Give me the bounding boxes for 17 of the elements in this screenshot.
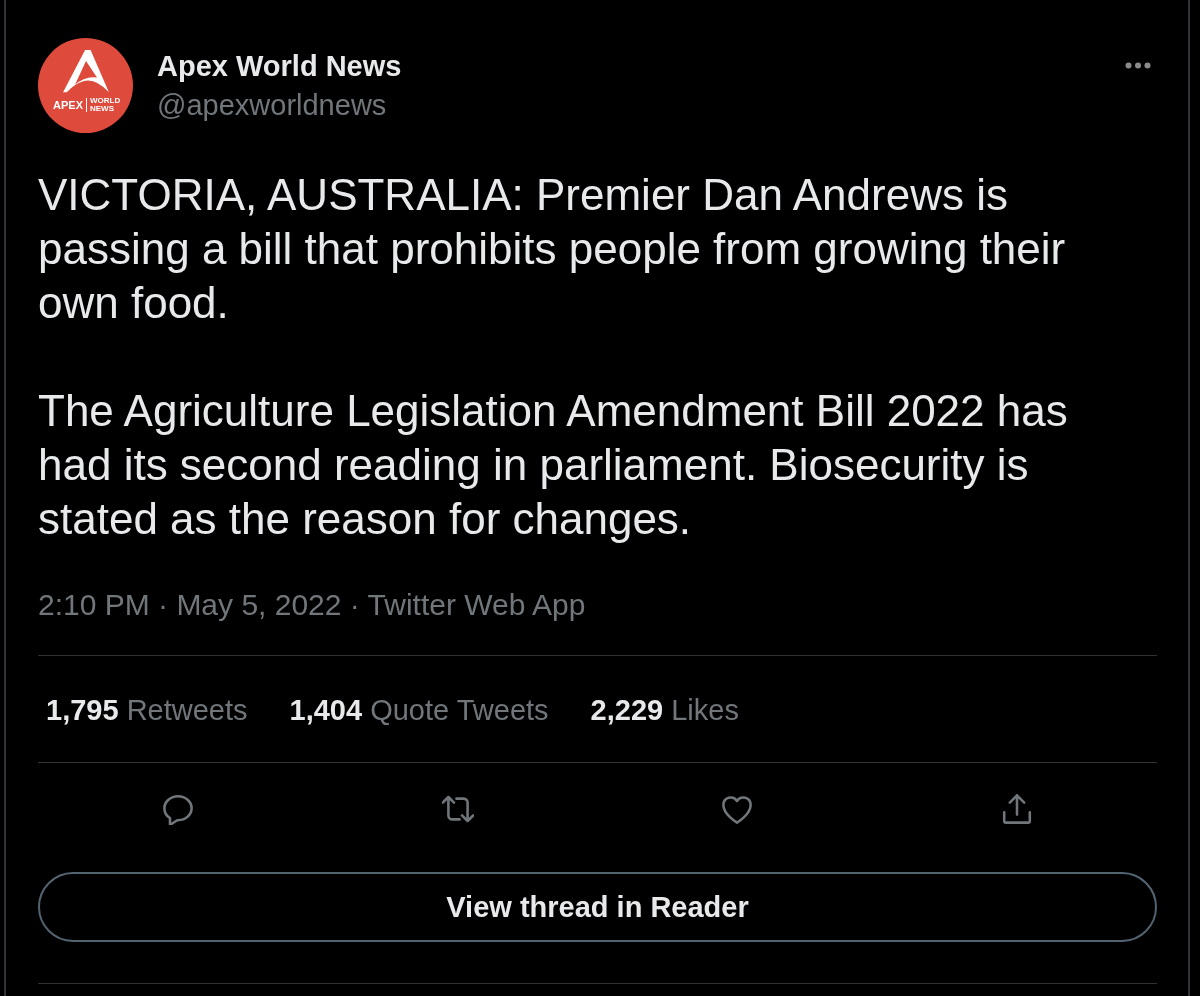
more-options-icon[interactable] bbox=[1125, 62, 1151, 69]
logo-wordmark: APEX bbox=[53, 99, 83, 111]
stat-link[interactable]: 2,229 Likes bbox=[590, 692, 739, 728]
logo-icon bbox=[62, 50, 109, 94]
speech-bubble-icon[interactable] bbox=[161, 793, 194, 825]
account-name[interactable]: Apex World News bbox=[157, 47, 402, 86]
tweet-text: VICTORIA, AUSTRALIA: Premier Dan Andrews is passing a bill that prohibits people from growing their own food. bbox=[38, 169, 1067, 329]
stat-link[interactable]: 1,404 Quote Tweets bbox=[289, 692, 549, 728]
logo-tagline: WORLD NEWS bbox=[90, 97, 118, 113]
heart-icon[interactable] bbox=[721, 793, 754, 825]
share-icon[interactable] bbox=[1001, 793, 1034, 825]
tweet-text: The Agriculture Legislation Amendment Bill 2022 has had its second reading in parliament. Biosecurity is stated as the reason for changes. bbox=[38, 385, 1069, 545]
tweet-timestamp[interactable]: 2:10 PM · May 5, 2022 · Twitter Web App bbox=[38, 587, 1157, 623]
account-handle[interactable]: @apexworldnews bbox=[157, 86, 402, 125]
stat-link[interactable]: 1,795 Retweets bbox=[46, 692, 248, 728]
retweet-icon[interactable] bbox=[441, 793, 474, 825]
view-thread-button[interactable]: View thread in Reader bbox=[38, 872, 1157, 942]
